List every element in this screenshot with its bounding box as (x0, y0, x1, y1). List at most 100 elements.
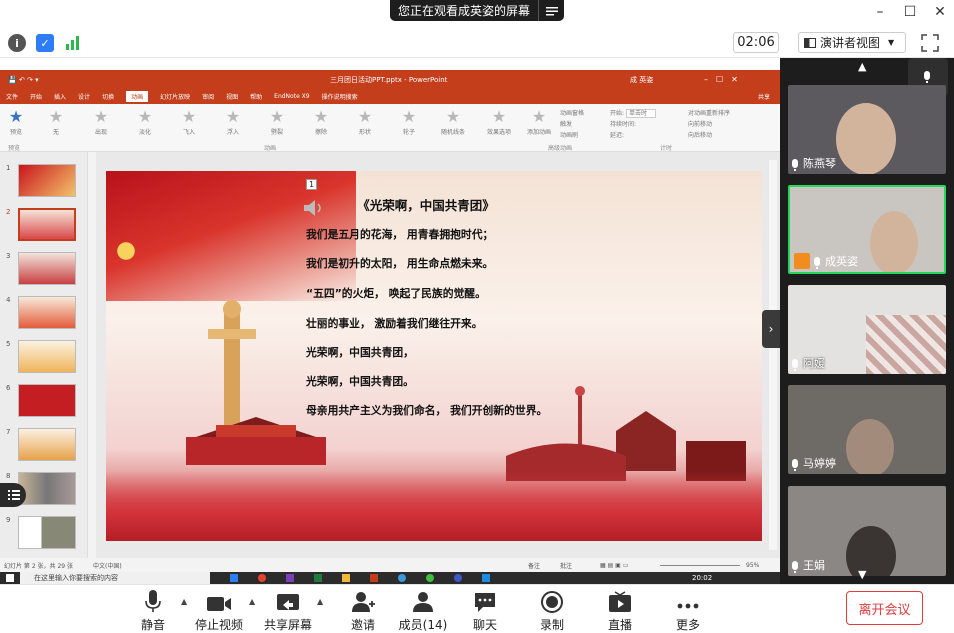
windows-start-icon[interactable] (6, 574, 14, 582)
anim-wheel[interactable]: ★ 轮子 (390, 107, 428, 139)
animation-pane-button[interactable]: 动画窗格 (560, 108, 584, 119)
preview-button[interactable]: ★ 预览 (2, 107, 30, 139)
thumb-number: 5 (6, 340, 11, 348)
taskbar-app-icon[interactable] (230, 574, 238, 582)
anim-shape[interactable]: ★ 形状 (346, 107, 384, 139)
anim-split[interactable]: ★ 劈裂 (258, 107, 296, 139)
notes-button[interactable]: 备注 (528, 561, 540, 570)
slide-thumbnail[interactable] (18, 296, 76, 329)
effect-options-button[interactable]: ★ 效果选项 (482, 107, 516, 139)
record-button[interactable]: 录制 (534, 585, 570, 633)
slide-thumbnail[interactable] (18, 252, 76, 285)
ppt-tab[interactable]: 视图 (226, 92, 238, 101)
fullscreen-icon[interactable] (921, 34, 939, 52)
taskbar-app-icon[interactable] (342, 574, 350, 582)
anim-fade[interactable]: ★ 淡化 (126, 107, 164, 139)
ppt-share[interactable]: 共享 (758, 92, 770, 101)
slide-thumbnail-selected[interactable] (18, 208, 76, 241)
poem-line: 光荣啊，中国共青团。 (306, 375, 414, 388)
share-banner-text: 您正在观看成英姿的屏幕 (397, 4, 530, 18)
stop-video-button[interactable]: 停止视频 (194, 585, 244, 633)
leave-meeting-button[interactable]: 离开会议 (846, 591, 923, 625)
taskbar-search[interactable]: 在这里输入你要搜索的内容 (20, 572, 210, 584)
slide-thumbnail[interactable] (18, 428, 76, 461)
taskbar-app-icon[interactable] (314, 574, 322, 582)
taskbar-app-icon[interactable] (398, 574, 406, 582)
ppt-window-controls[interactable]: – ☐ ✕ (704, 74, 738, 85)
screen-share-banner[interactable]: 您正在观看成英姿的屏幕 (390, 0, 564, 21)
chevron-right-icon[interactable]: › (762, 310, 780, 348)
move-later-button[interactable]: 向后移动 (688, 130, 730, 141)
chevron-up-icon[interactable]: ▲ (249, 597, 255, 606)
ppt-tab[interactable]: 幻灯片放映 (160, 92, 190, 101)
ppt-tab[interactable]: 审阅 (202, 92, 214, 101)
slide-scrollbar[interactable] (769, 160, 777, 550)
animation-painter-button[interactable]: 动画刷 (560, 130, 584, 141)
share-screen-button[interactable]: 共享屏幕 (262, 585, 314, 633)
anim-none[interactable]: ★ 无 (37, 107, 75, 139)
maximize-icon[interactable]: ☐ (900, 2, 920, 22)
duration-label: 持续时间: (610, 121, 637, 128)
live-button[interactable]: 直播 (602, 585, 638, 633)
shield-icon[interactable]: ✓ (36, 34, 54, 52)
slide-thumbnail[interactable] (18, 516, 76, 549)
taskbar-app-icon[interactable] (454, 574, 462, 582)
ppt-quick-access[interactable]: 💾 ↶ ↷ ▾ (8, 76, 39, 84)
ppt-tab[interactable]: 切换 (102, 92, 114, 101)
ppt-tab[interactable]: 设计 (78, 92, 90, 101)
add-animation-button[interactable]: ★ 添加动画 (522, 107, 556, 139)
taskbar-app-icon[interactable] (258, 574, 266, 582)
video-tile-chen[interactable]: 陈燕琴 (788, 85, 946, 174)
ppt-tab[interactable]: 帮助 (250, 92, 262, 101)
anim-float-in[interactable]: ★ 浮入 (214, 107, 252, 139)
more-button[interactable]: 更多 (670, 585, 706, 633)
anim-random-bars[interactable]: ★ 随机线条 (434, 107, 472, 139)
current-slide[interactable]: 1 《光荣啊，中国共青团》 我们是五月的花海， 用青春拥抱时代； 我们是初升的太… (106, 171, 762, 541)
zoom-slider[interactable] (660, 565, 740, 566)
minimize-icon[interactable]: – (870, 2, 890, 22)
move-earlier-button[interactable]: 向前移动 (688, 119, 730, 130)
trigger-button[interactable]: 触发 (560, 119, 584, 130)
view-buttons[interactable]: ▦ ▤ ▣ ▭ (600, 562, 628, 569)
close-icon[interactable]: ✕ (930, 2, 950, 22)
taskbar-clock: 20:02 (692, 574, 713, 582)
ppt-tab[interactable]: 开始 (30, 92, 42, 101)
side-panel-toggle[interactable] (0, 483, 26, 507)
taskbar-app-icon[interactable] (370, 574, 378, 582)
taskbar-app-icon[interactable] (286, 574, 294, 582)
slide-thumbnail[interactable] (18, 384, 76, 417)
ppt-tab[interactable]: EndNote X9 (274, 93, 309, 100)
taskbar-app-icon[interactable] (426, 574, 434, 582)
ppt-search[interactable]: 操作说明搜索 (322, 92, 358, 101)
anim-wipe[interactable]: ★ 擦除 (302, 107, 340, 139)
ppt-tab-animations[interactable]: 动画 (126, 91, 149, 102)
live-stream-icon (602, 585, 638, 613)
taskbar-app-icon[interactable] (482, 574, 490, 582)
info-icon[interactable]: i (8, 34, 26, 52)
anim-fly-in[interactable]: ★ 飞入 (170, 107, 208, 139)
ppt-tab[interactable]: 文件 (6, 92, 18, 101)
slide-thumbnail[interactable] (18, 472, 76, 505)
scroll-up-icon[interactable]: ▲ (858, 60, 866, 73)
scroll-down-icon[interactable]: ▼ (858, 568, 866, 581)
record-label: 录制 (539, 618, 564, 632)
members-button[interactable]: 成员(14) (398, 585, 448, 633)
ppt-tab[interactable]: 插入 (54, 92, 66, 101)
video-tile-ma[interactable]: 马婷婷 (788, 385, 946, 474)
video-tile-wang[interactable]: 王娟 (788, 486, 946, 576)
slide-thumbnail[interactable] (18, 340, 76, 373)
chevron-up-icon[interactable]: ▲ (317, 597, 323, 606)
menu-icon[interactable] (538, 0, 564, 21)
video-tile-ayuan[interactable]: 阿媛 (788, 285, 946, 374)
view-selector[interactable]: 演讲者视图 ▼ (798, 32, 906, 53)
comments-button[interactable]: 批注 (560, 561, 572, 570)
start-select[interactable]: 单击时 (625, 109, 656, 118)
chevron-up-icon[interactable]: ▲ (181, 597, 187, 606)
invite-button[interactable]: 邀请 (344, 585, 382, 633)
anim-appear[interactable]: ★ 出现 (82, 107, 120, 139)
chat-button[interactable]: 聊天 (466, 585, 504, 633)
mute-button[interactable]: 静音 (134, 585, 172, 633)
signal-icon[interactable] (64, 34, 82, 52)
video-tile-cheng-active[interactable]: 成英姿 (788, 185, 946, 274)
slide-thumbnail[interactable] (18, 164, 76, 197)
